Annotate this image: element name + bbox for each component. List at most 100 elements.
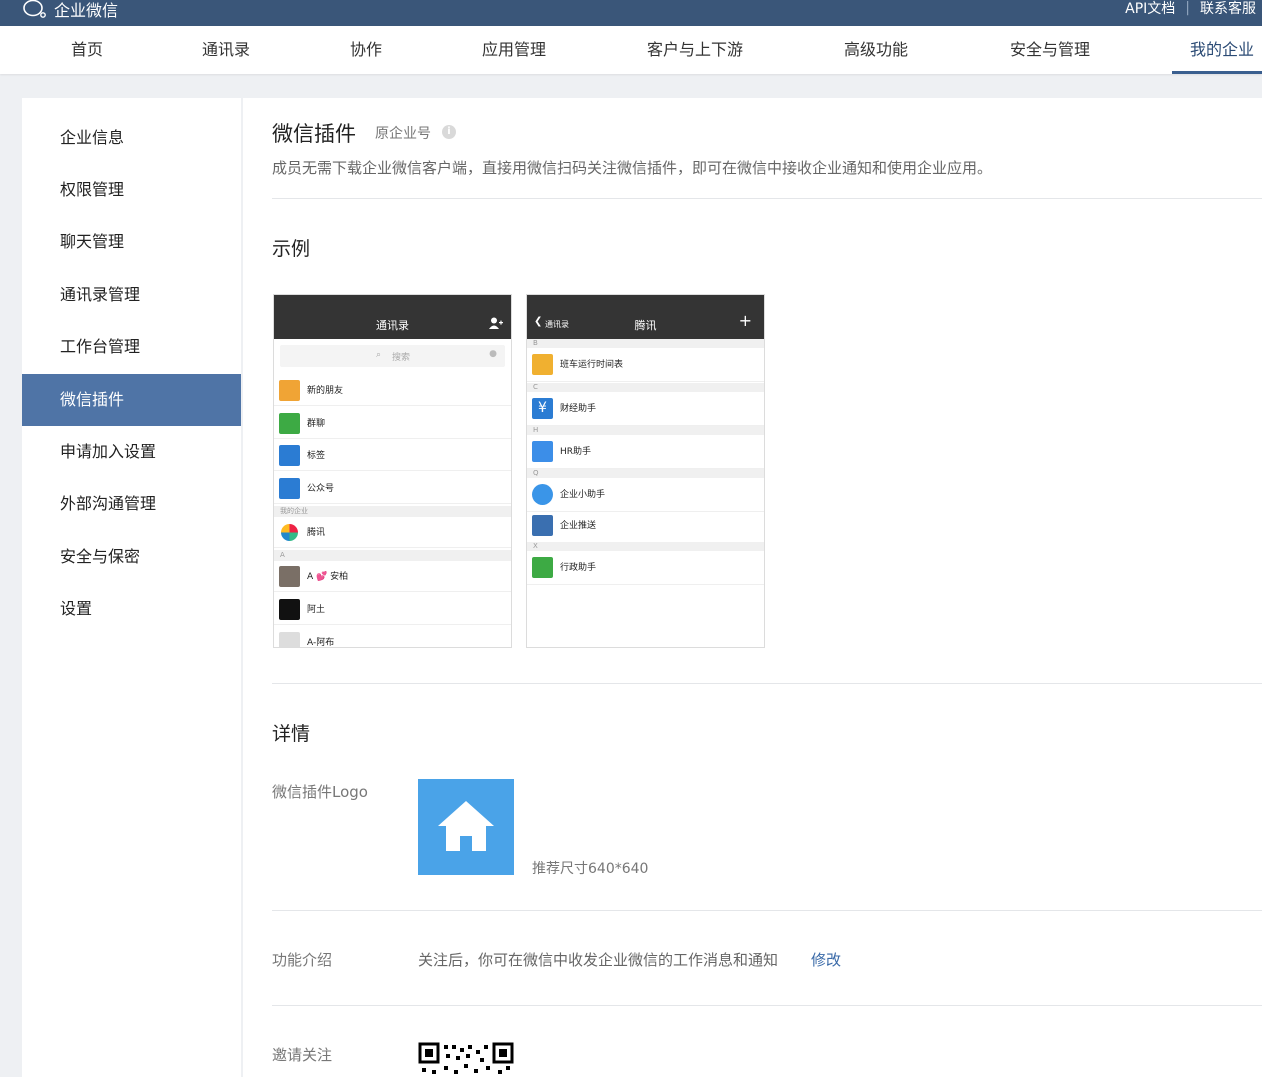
top-links: API文档 | 联系客服 [1125, 0, 1256, 18]
top-bar: 企业微信 API文档 | 联系客服 [0, 0, 1262, 26]
phone-mockup-company: ❮ 通讯录 腾讯 + B 班车运行时间表 C ¥ 财经助手 H HR助手 Q 企… [526, 294, 765, 648]
list-item-label: 公众号 [307, 484, 335, 494]
home-icon [438, 801, 494, 851]
search-icon: ⌕ [376, 350, 382, 360]
sidebar-item-wechat-plugin[interactable]: 微信插件 [22, 374, 241, 426]
api-docs-link[interactable]: API文档 [1125, 0, 1175, 18]
example-heading: 示例 [272, 238, 311, 260]
plugin-logo[interactable] [418, 779, 514, 875]
bus-schedule-icon [532, 354, 553, 375]
logo-size-hint: 推荐尺寸640*640 [532, 861, 649, 877]
sidebar-item-contacts[interactable]: 通讯录管理 [22, 269, 241, 321]
qr-code[interactable] [418, 1042, 514, 1077]
phone-search-box: ⌕ 搜索 ● [280, 345, 505, 367]
brand[interactable]: 企业微信 [22, 0, 118, 21]
sidebar-item-security[interactable]: 安全与保密 [22, 531, 241, 583]
sidebar-item-join-settings[interactable]: 申请加入设置 [22, 426, 241, 478]
list-item-label: 班车运行时间表 [560, 360, 624, 370]
section-header: B [527, 339, 764, 348]
section-header: A [274, 550, 511, 561]
list-item-label: A-阿布 [307, 638, 335, 648]
sidebar-item-permissions[interactable]: 权限管理 [22, 164, 241, 216]
list-item-label: 财经助手 [560, 404, 597, 414]
phone-search-placeholder: 搜索 [392, 353, 411, 363]
list-item: ¥ 财经助手 [527, 393, 764, 426]
list-item: 标签 [274, 440, 511, 471]
link-separator: | [1185, 0, 1190, 16]
list-item: 班车运行时间表 [527, 349, 764, 382]
list-item-label: 新的朋友 [307, 386, 344, 396]
divider [272, 683, 1262, 684]
section-header: C [527, 383, 764, 392]
main-nav: 首页 通讯录 协作 应用管理 客户与上下游 高级功能 安全与管理 我的企业 [0, 26, 1262, 74]
list-item: 行政助手 [527, 552, 764, 585]
list-item: 群聊 [274, 408, 511, 439]
hr-icon [532, 441, 553, 462]
contact-support-link[interactable]: 联系客服 [1200, 0, 1256, 18]
qr-code-icon [418, 1042, 514, 1074]
list-item-label: A 💕 安柏 [307, 572, 349, 582]
list-item-label: HR助手 [560, 447, 592, 457]
add-contact-icon [489, 317, 503, 329]
nav-item-contacts[interactable]: 通讯录 [202, 26, 250, 74]
list-item: A 💕 安柏 [274, 561, 511, 592]
list-item-label: 标签 [307, 451, 326, 461]
admin-icon [532, 557, 553, 578]
nav-item-apps[interactable]: 应用管理 [482, 26, 546, 74]
nav-item-my-company[interactable]: 我的企业 [1171, 26, 1262, 74]
list-item: 腾讯 [274, 517, 511, 548]
nav-item-collaboration[interactable]: 协作 [350, 26, 382, 74]
sidebar: 企业信息 权限管理 聊天管理 通讯录管理 工作台管理 微信插件 申请加入设置 外… [22, 98, 241, 1077]
intro-label: 功能介绍 [272, 951, 333, 969]
nav-item-advanced[interactable]: 高级功能 [844, 26, 908, 74]
phone-header: 通讯录 [274, 295, 511, 339]
sidebar-item-chat[interactable]: 聊天管理 [22, 216, 241, 268]
section-header: Q [527, 469, 764, 478]
group-chat-icon [279, 413, 300, 434]
sidebar-item-settings[interactable]: 设置 [22, 583, 241, 635]
list-item: 新的朋友 [274, 375, 511, 406]
details-heading: 详情 [272, 723, 311, 745]
list-item-label: 企业推送 [560, 521, 597, 531]
list-item-label: 群聊 [307, 419, 326, 429]
list-item-label: 腾讯 [307, 528, 326, 538]
sidebar-item-external[interactable]: 外部沟通管理 [22, 478, 241, 530]
wecom-logo-icon [23, 0, 46, 18]
nav-item-customers[interactable]: 客户与上下游 [647, 26, 743, 74]
mic-icon: ● [489, 349, 497, 359]
tag-icon [279, 445, 300, 466]
intro-value: 关注后，你可在微信中收发企业微信的工作消息和通知 [418, 951, 779, 969]
main-content: 微信插件 原企业号 i 成员无需下载企业微信客户端，直接用微信扫码关注微信插件，… [243, 98, 1262, 1077]
edit-intro-link[interactable]: 修改 [811, 949, 841, 970]
divider [272, 1005, 1262, 1006]
phone-title: 通讯录 [376, 319, 409, 332]
divider [272, 198, 1262, 199]
assistant-icon [532, 484, 553, 505]
list-item: 公众号 [274, 473, 511, 504]
page-description: 成员无需下载企业微信客户端，直接用微信扫码关注微信插件，即可在微信中接收企业通知… [272, 159, 993, 177]
nav-item-home[interactable]: 首页 [71, 26, 103, 74]
page-title: 微信插件 [272, 122, 356, 146]
section-header: H [527, 426, 764, 435]
page-subtitle: 原企业号 [375, 126, 431, 142]
section-header: 我的企业 [274, 506, 511, 517]
list-item-label: 行政助手 [560, 563, 597, 573]
list-item: 企业小助手 [527, 479, 764, 512]
home-icon [532, 515, 553, 536]
avatar [279, 632, 300, 647]
info-icon[interactable]: i [442, 125, 456, 139]
phone-header: ❮ 通讯录 腾讯 + [527, 295, 764, 339]
list-item: HR助手 [527, 436, 764, 469]
sidebar-item-workbench[interactable]: 工作台管理 [22, 321, 241, 373]
list-item: 企业推送 [527, 510, 764, 543]
list-item: A-阿布 [274, 627, 511, 648]
sidebar-item-company-info[interactable]: 企业信息 [22, 112, 241, 164]
list-item-label: 企业小助手 [560, 490, 606, 500]
avatar [279, 566, 300, 587]
tencent-logo-icon [281, 524, 298, 541]
invite-label: 邀请关注 [272, 1046, 333, 1064]
nav-item-security[interactable]: 安全与管理 [1010, 26, 1090, 74]
finance-icon: ¥ [532, 398, 553, 419]
plus-icon: + [738, 311, 752, 330]
list-item-label: 阿土 [307, 605, 326, 615]
